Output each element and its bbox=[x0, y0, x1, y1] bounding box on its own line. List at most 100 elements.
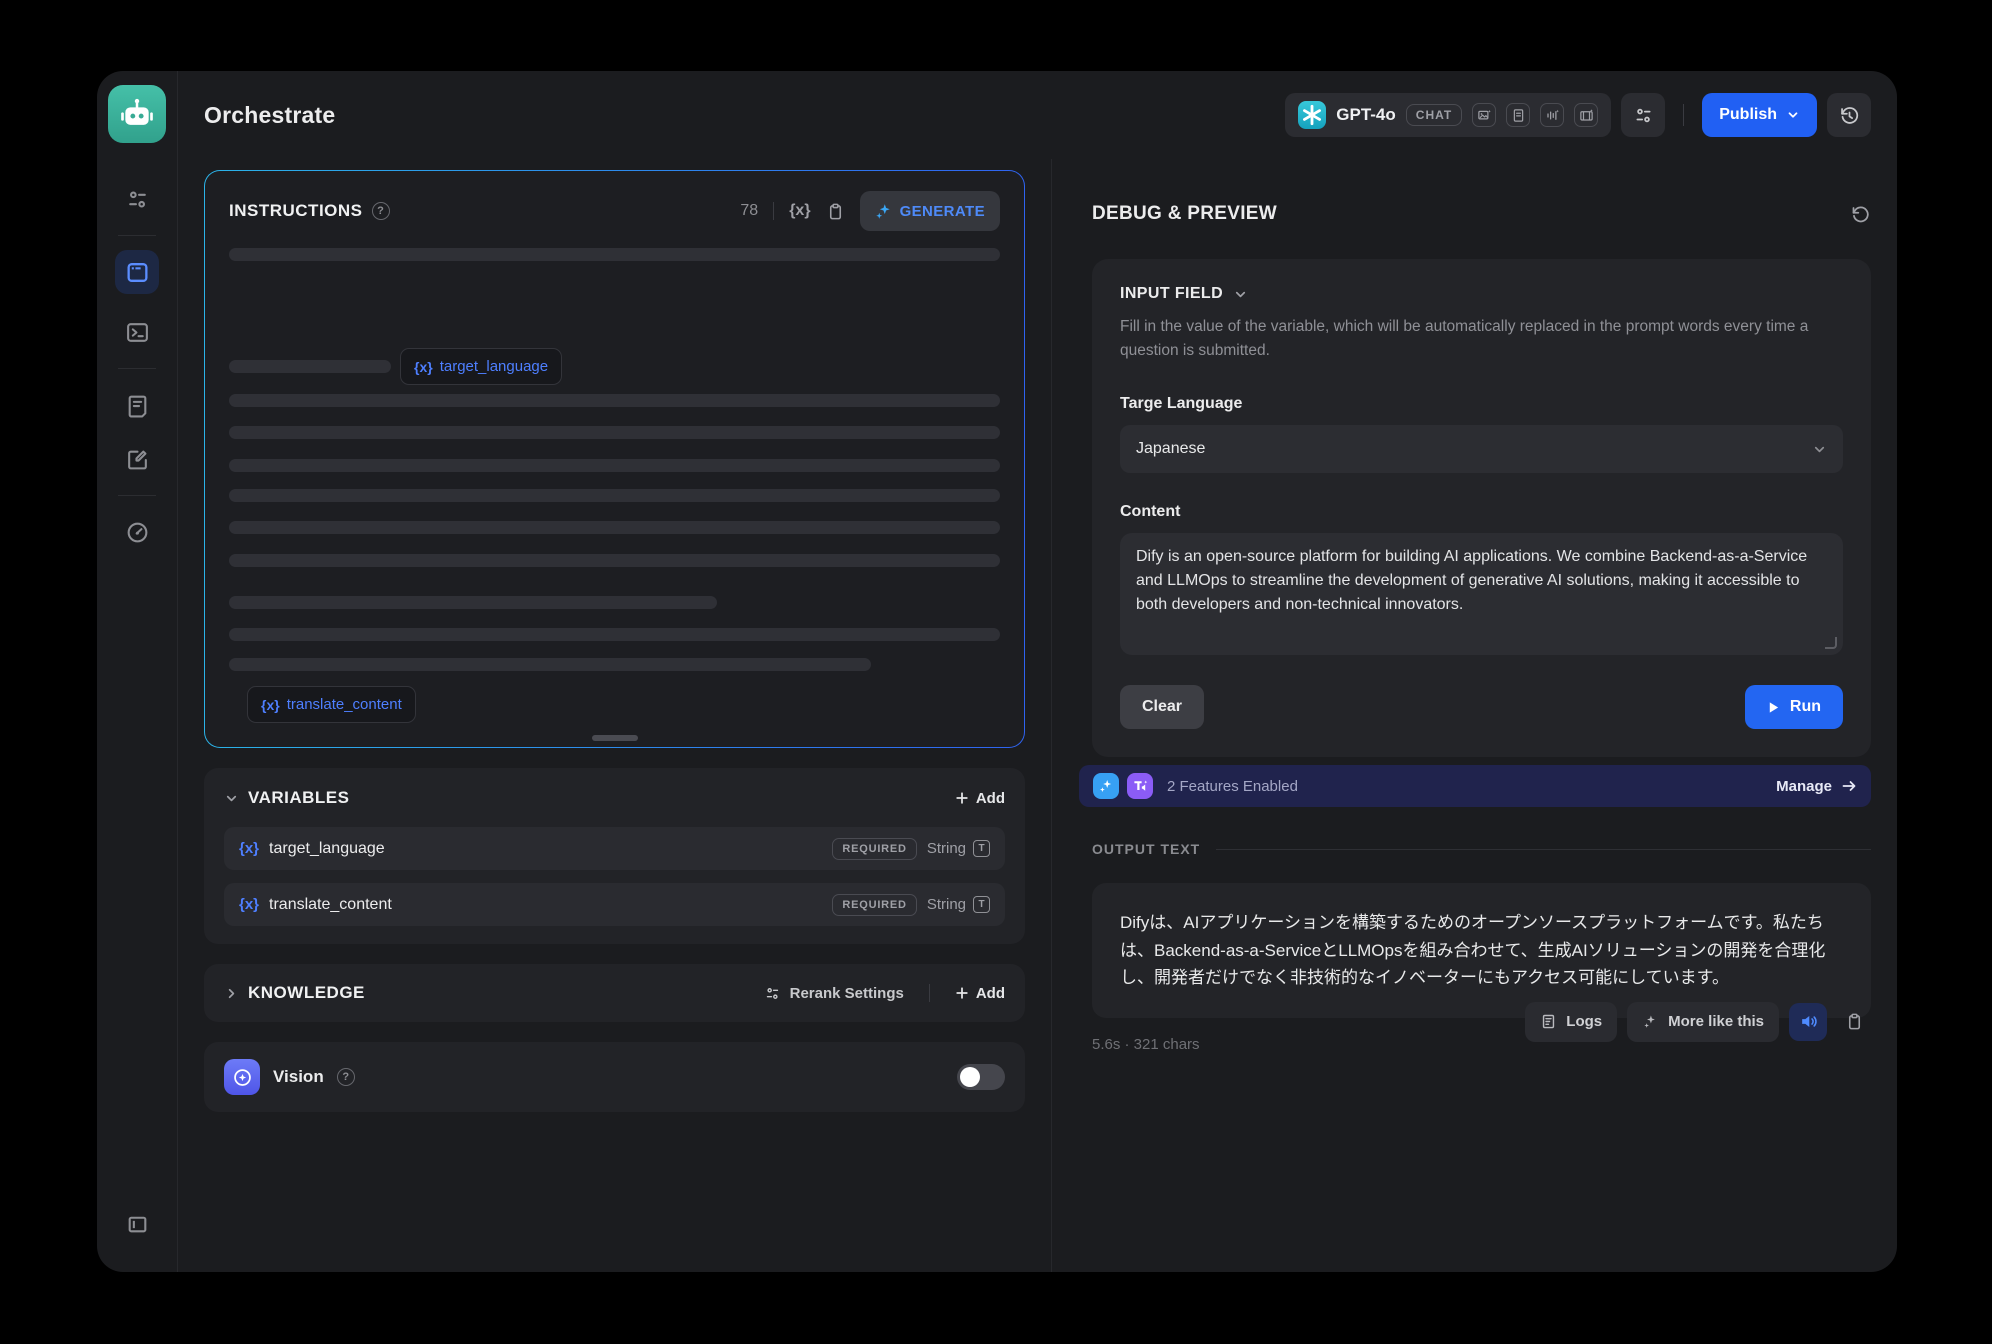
insert-variable-button[interactable]: {x} bbox=[789, 202, 810, 220]
variable-token: {x} bbox=[261, 697, 280, 713]
sliders-icon bbox=[1633, 105, 1654, 126]
input-field-description: Fill in the value of the variable, which… bbox=[1120, 315, 1843, 363]
input-field-card: INPUT FIELD Fill in the value of the var… bbox=[1092, 259, 1871, 757]
divider bbox=[773, 202, 774, 220]
sidebar-item-logs[interactable] bbox=[115, 383, 159, 427]
gauge-icon bbox=[125, 520, 150, 545]
divider bbox=[929, 984, 930, 1002]
sidebar-item-orchestrate[interactable] bbox=[115, 250, 159, 294]
sidebar-divider bbox=[118, 495, 156, 496]
clipboard-icon bbox=[1845, 1012, 1864, 1031]
help-icon[interactable] bbox=[372, 202, 390, 220]
document-list-icon bbox=[125, 393, 150, 418]
content-textarea[interactable]: Dify is an open-source platform for buil… bbox=[1120, 533, 1843, 655]
copy-output-button[interactable] bbox=[1837, 1003, 1871, 1041]
vision-feature-icon bbox=[224, 1059, 260, 1095]
variable-token: {x} bbox=[239, 896, 259, 913]
app-window: Orchestrate GPT-4o CHAT bbox=[97, 71, 1897, 1272]
logs-button[interactable]: Logs bbox=[1525, 1002, 1617, 1042]
knowledge-title: KNOWLEDGE bbox=[248, 983, 365, 1003]
knowledge-card: KNOWLEDGE Rerank Settings Add bbox=[204, 964, 1025, 1022]
text-to-speech-feature-icon bbox=[1127, 773, 1153, 799]
sidebar bbox=[97, 71, 178, 1272]
collapse-panel-icon bbox=[125, 1212, 150, 1237]
target-language-label: Targe Language bbox=[1120, 395, 1843, 413]
skeleton-line bbox=[229, 596, 717, 609]
rerank-label: Rerank Settings bbox=[790, 985, 904, 1002]
app-window-icon bbox=[125, 260, 150, 285]
model-mode-badge: CHAT bbox=[1406, 104, 1462, 126]
sidebar-item-monitoring[interactable] bbox=[115, 510, 159, 554]
features-bar: 2 Features Enabled Manage bbox=[1079, 765, 1871, 807]
publish-button[interactable]: Publish bbox=[1702, 93, 1817, 137]
add-label: Add bbox=[976, 985, 1005, 1002]
run-button[interactable]: Run bbox=[1745, 685, 1843, 729]
model-parameters-button[interactable] bbox=[1621, 93, 1665, 137]
required-badge: REQUIRED bbox=[832, 894, 916, 916]
arrow-right-icon bbox=[1841, 778, 1857, 794]
chevron-right-icon[interactable] bbox=[224, 986, 239, 1001]
logs-label: Logs bbox=[1566, 1013, 1602, 1030]
audio-capability-icon bbox=[1540, 103, 1564, 127]
add-variable-button[interactable]: Add bbox=[955, 790, 1005, 807]
play-icon bbox=[1767, 701, 1780, 714]
clear-button[interactable]: Clear bbox=[1120, 685, 1204, 729]
history-icon bbox=[1839, 105, 1860, 126]
panel-resize-handle[interactable] bbox=[592, 735, 638, 741]
rerank-sliders-icon bbox=[764, 985, 781, 1002]
screen: Orchestrate GPT-4o CHAT bbox=[0, 0, 1992, 1344]
terminal-icon bbox=[125, 320, 150, 345]
model-selector[interactable]: GPT-4o CHAT bbox=[1285, 93, 1611, 137]
string-type-icon bbox=[973, 896, 990, 913]
variable-row-target-language[interactable]: {x} target_language REQUIRED String bbox=[224, 827, 1005, 870]
variable-row-translate-content[interactable]: {x} translate_content REQUIRED String bbox=[224, 883, 1005, 926]
collapse-sidebar-button[interactable] bbox=[115, 1202, 159, 1246]
output-text-title: OUTPUT TEXT bbox=[1092, 841, 1200, 857]
divider bbox=[1216, 849, 1871, 850]
plus-icon bbox=[955, 986, 969, 1000]
skeleton-line bbox=[229, 554, 1000, 567]
speaker-icon bbox=[1799, 1012, 1818, 1031]
instructions-panel: INSTRUCTIONS 78 {x} bbox=[204, 170, 1025, 748]
copy-prompt-button[interactable] bbox=[826, 202, 845, 221]
more-like-this-button[interactable]: More like this bbox=[1627, 1002, 1779, 1042]
play-audio-button[interactable] bbox=[1789, 1003, 1827, 1041]
variable-token: {x} bbox=[239, 840, 259, 857]
variable-name: target_language bbox=[269, 840, 385, 858]
variable-name: translate_content bbox=[269, 896, 392, 914]
prompt-editor[interactable]: {x} target_language bbox=[229, 248, 1000, 747]
debug-title: DEBUG & PREVIEW bbox=[1092, 203, 1277, 225]
rerank-settings-button[interactable]: Rerank Settings bbox=[764, 985, 904, 1002]
input-field-collapse[interactable]: INPUT FIELD bbox=[1120, 285, 1843, 303]
input-field-title: INPUT FIELD bbox=[1120, 285, 1223, 303]
required-badge: REQUIRED bbox=[832, 838, 916, 860]
sidebar-item-annotations[interactable] bbox=[115, 437, 159, 481]
target-language-select[interactable]: Japanese bbox=[1120, 425, 1843, 473]
sliders-icon bbox=[125, 187, 150, 212]
help-icon[interactable] bbox=[337, 1068, 355, 1086]
edit-note-icon bbox=[125, 447, 150, 472]
add-knowledge-button[interactable]: Add bbox=[955, 985, 1005, 1002]
restart-debug-button[interactable] bbox=[1850, 204, 1871, 225]
manage-features-button[interactable]: Manage bbox=[1776, 778, 1857, 795]
chevron-down-icon bbox=[1812, 442, 1827, 457]
sidebar-item-terminal[interactable] bbox=[115, 310, 159, 354]
variable-chip-target-language[interactable]: {x} target_language bbox=[400, 348, 562, 385]
chevron-down-icon bbox=[1786, 108, 1800, 122]
chevron-down-icon[interactable] bbox=[224, 791, 239, 806]
header-divider bbox=[1683, 104, 1684, 126]
skeleton-line bbox=[229, 360, 391, 373]
skeleton-line bbox=[229, 394, 1000, 407]
instructions-title: INSTRUCTIONS bbox=[229, 201, 363, 221]
sidebar-item-settings[interactable] bbox=[115, 177, 159, 221]
generate-button[interactable]: GENERATE bbox=[860, 191, 1000, 231]
variable-chip-translate-content[interactable]: {x} translate_content bbox=[247, 686, 416, 723]
generate-label: GENERATE bbox=[900, 203, 985, 220]
refresh-icon bbox=[1850, 204, 1871, 225]
variables-title: VARIABLES bbox=[248, 788, 349, 808]
version-history-button[interactable] bbox=[1827, 93, 1871, 137]
document-capability-icon bbox=[1506, 103, 1530, 127]
opener-feature-icon bbox=[1093, 773, 1119, 799]
app-avatar-robot[interactable] bbox=[108, 85, 166, 143]
vision-toggle[interactable] bbox=[957, 1064, 1005, 1090]
